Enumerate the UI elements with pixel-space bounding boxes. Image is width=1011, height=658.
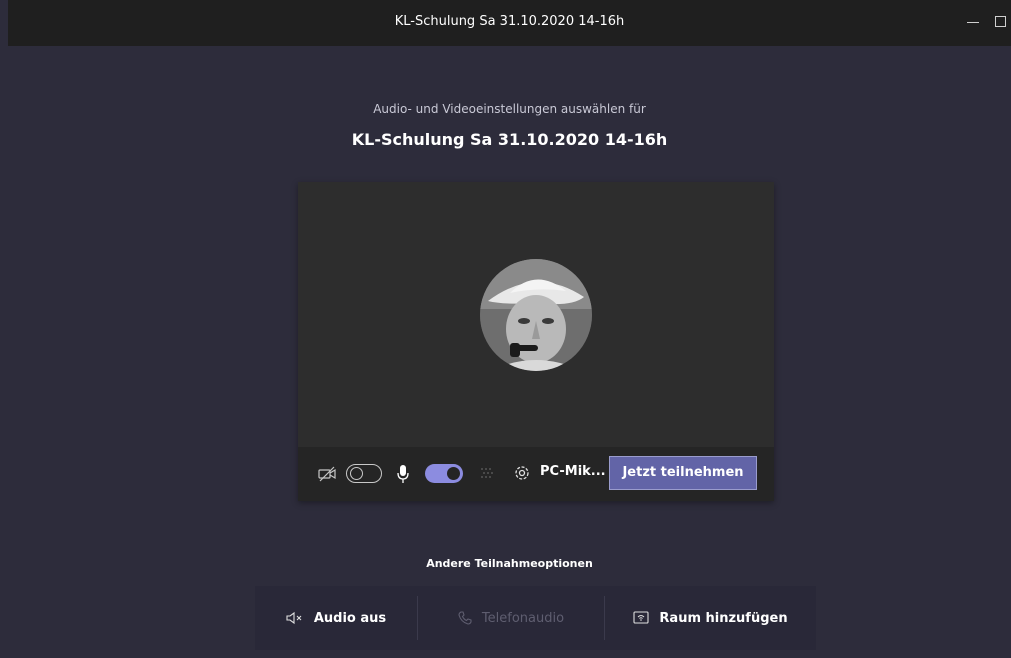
audio-off-label: Audio aus	[313, 610, 387, 626]
maximize-icon[interactable]	[995, 16, 1006, 27]
background-blur-icon[interactable]	[479, 465, 495, 481]
camera-toggle[interactable]	[346, 464, 382, 483]
window-title: KL-Schulung Sa 31.10.2020 14-16h	[394, 14, 625, 29]
gear-icon[interactable]	[513, 464, 531, 482]
phone-icon	[458, 611, 472, 625]
microphone-toggle-knob	[447, 467, 460, 480]
prejoin-subtitle: Audio- und Videoeinstellungen auswählen …	[373, 102, 646, 116]
title-bar: KL-Schulung Sa 31.10.2020 14-16h	[8, 0, 1011, 46]
meeting-name: KL-Schulung Sa 31.10.2020 14-16h	[351, 130, 668, 149]
microphone-icon	[396, 464, 410, 484]
audio-off-option[interactable]: Audio aus	[255, 586, 417, 650]
add-room-label: Raum hinzufügen	[659, 610, 788, 626]
avatar	[480, 259, 592, 371]
speaker-muted-icon	[286, 611, 304, 625]
minimize-icon[interactable]	[967, 22, 979, 23]
microphone-toggle[interactable]	[425, 464, 463, 483]
other-join-options: Audio aus Telefonaudio Raum hinzufügen	[255, 586, 816, 650]
camera-toggle-knob	[350, 467, 363, 480]
audio-device-label[interactable]: PC-Mik...	[540, 464, 606, 479]
other-join-options-heading: Andere Teilnahmeoptionen	[426, 557, 593, 570]
phone-audio-option: Telefonaudio	[418, 586, 604, 650]
room-device-icon	[633, 611, 649, 625]
video-preview: PC-Mik... Jetzt teilnehmen	[298, 182, 774, 501]
add-room-option[interactable]: Raum hinzufügen	[605, 586, 816, 650]
join-now-button[interactable]: Jetzt teilnehmen	[609, 456, 757, 490]
camera-off-icon	[318, 466, 336, 482]
phone-audio-label: Telefonaudio	[481, 610, 565, 626]
device-controls-bar: PC-Mik... Jetzt teilnehmen	[298, 447, 774, 501]
